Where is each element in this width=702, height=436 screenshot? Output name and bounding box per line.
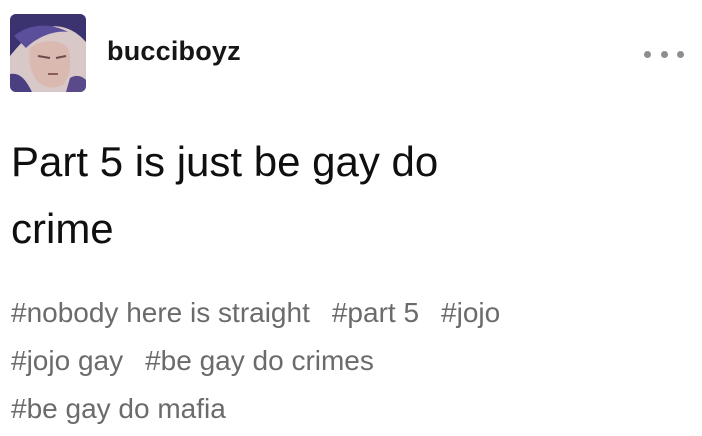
tag-link[interactable]: #jojo gay [11,337,123,385]
ellipsis-icon [660,50,668,58]
post-header: bucciboyz [10,14,692,94]
tag-row: #nobody here is straight #part 5 #jojo [11,289,671,337]
post-text-line: Part 5 is just be gay do [11,138,439,185]
ellipsis-icon [644,50,651,58]
avatar-image [10,14,86,92]
tag-link[interactable]: #part 5 [332,289,419,337]
tag-link[interactable]: #nobody here is straight [11,289,310,337]
more-options-button[interactable] [644,44,684,64]
tag-row: #be gay do mafia [11,385,671,433]
avatar[interactable] [10,14,86,92]
tag-link[interactable]: #jojo [441,289,500,337]
tag-row: #jojo gay #be gay do crimes [11,337,671,385]
tags-list: #nobody here is straight #part 5 #jojo #… [11,289,671,433]
ellipsis-icon [677,50,684,58]
post-text-line: crime [11,205,114,252]
author-username[interactable]: bucciboyz [107,36,241,67]
tumblr-post: bucciboyz Part 5 is just be gay do crime… [0,0,702,436]
tag-link[interactable]: #be gay do mafia [11,385,226,433]
post-body: Part 5 is just be gay do crime [11,128,651,262]
tag-link[interactable]: #be gay do crimes [145,337,374,385]
